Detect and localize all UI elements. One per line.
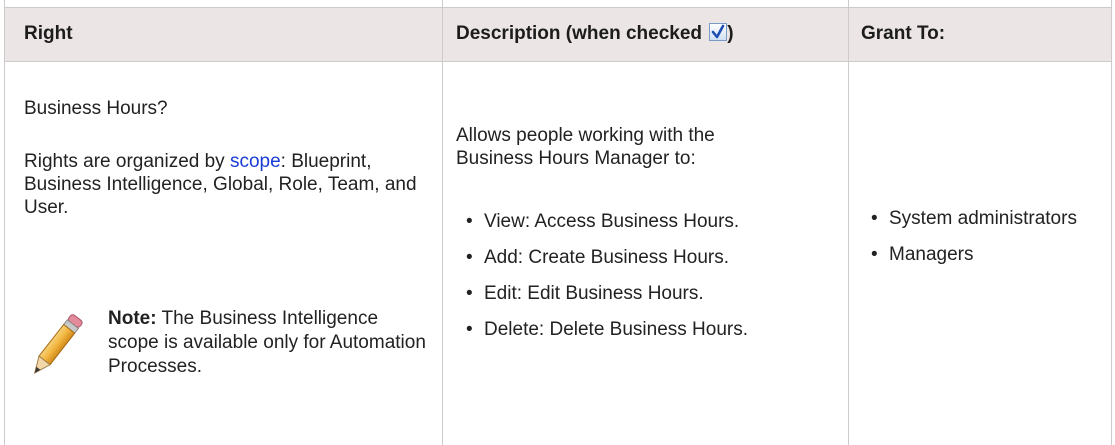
list-item-text: View: Access Business Hours. bbox=[484, 211, 740, 232]
header-bottom-border bbox=[4, 61, 1112, 62]
table-right-border bbox=[1111, 0, 1112, 445]
header-description-label: Description (when checked bbox=[456, 23, 703, 44]
scope-paragraph: Rights are organized by scope: Blueprint… bbox=[24, 150, 424, 219]
list-item: • Add: Create Business Hours. bbox=[466, 247, 730, 268]
pencil-icon bbox=[33, 314, 83, 374]
note-label: Note: bbox=[108, 308, 157, 329]
list-item-text: Add: Create Business Hours. bbox=[484, 247, 730, 268]
column-divider-2 bbox=[848, 0, 849, 445]
list-item: • Managers bbox=[871, 244, 974, 265]
header-grant-to: Grant To: bbox=[861, 23, 946, 44]
list-item-text: Managers bbox=[889, 244, 974, 265]
header-description: Description (when checked ) bbox=[456, 23, 734, 45]
checked-checkbox-icon bbox=[709, 23, 728, 41]
column-divider-1 bbox=[442, 0, 443, 445]
rights-table: Right Description (when checked ) Grant … bbox=[0, 0, 1115, 445]
header-description-close: ) bbox=[727, 23, 734, 44]
grant-to-list: • System administrators • Managers bbox=[871, 207, 1096, 279]
list-item: • System administrators bbox=[871, 208, 1077, 229]
list-item-text: System administrators bbox=[889, 208, 1077, 229]
scope-intro-text: Rights are organized by bbox=[24, 151, 230, 172]
list-item-text: Delete: Delete Business Hours. bbox=[484, 319, 749, 340]
table-top-border bbox=[4, 7, 1112, 8]
description-intro: Allows people working with the Business … bbox=[456, 125, 715, 169]
list-item: • Edit: Edit Business Hours. bbox=[466, 283, 704, 304]
header-right: Right bbox=[24, 23, 73, 44]
list-item-text: Edit: Edit Business Hours. bbox=[484, 283, 704, 304]
description-list: • View: Access Business Hours. • Add: Crea… bbox=[466, 210, 846, 354]
scope-link[interactable]: scope bbox=[230, 151, 281, 172]
table-left-border bbox=[4, 0, 5, 445]
note-text: The Business Intelligence scope is avail… bbox=[108, 308, 426, 377]
list-item: • Delete: Delete Business Hours. bbox=[466, 319, 749, 340]
right-title: Business Hours? bbox=[24, 98, 168, 119]
list-item: • View: Access Business Hours. bbox=[466, 211, 740, 232]
scope-note: Note: The Business Intelligence scope is… bbox=[108, 307, 426, 379]
